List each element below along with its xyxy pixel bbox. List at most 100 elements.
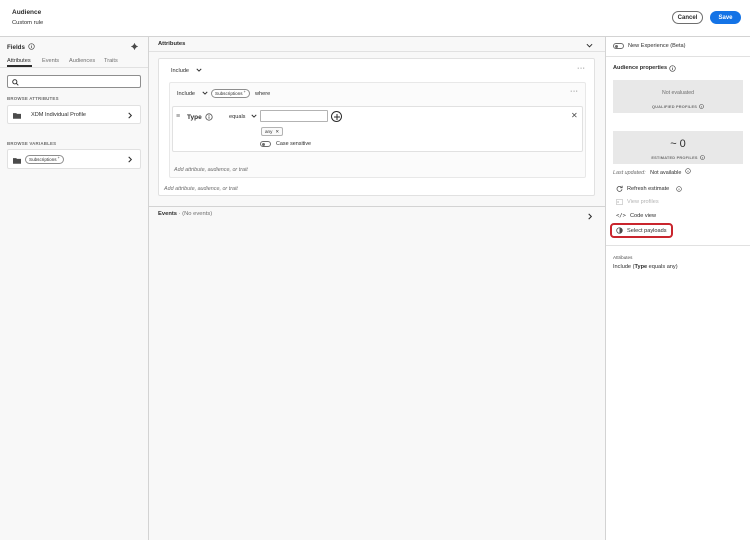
browse-variables-label: BROWSE VARIABLES (7, 141, 57, 146)
case-sensitive-label: Case sensitive (276, 141, 312, 147)
add-value-icon[interactable] (331, 111, 342, 122)
fields-title: Fields (7, 44, 25, 51)
rule-summary: Include (Type equals any) (613, 264, 678, 270)
payload-icon (616, 227, 623, 234)
refresh-estimate-button[interactable]: Refresh estimate (616, 185, 682, 192)
operator-dropdown[interactable]: equals (229, 114, 257, 120)
folder-icon (13, 112, 21, 119)
save-button[interactable]: Save (710, 11, 741, 24)
rule-suffix: equals any) (647, 264, 678, 270)
tab-events[interactable]: Events (42, 58, 59, 64)
settings-gear-icon[interactable] (131, 43, 138, 50)
xdm-individual-profile-item[interactable]: XDM Individual Profile (7, 105, 141, 124)
audience-properties-title: Audience properties (613, 65, 668, 71)
last-updated-label: Last updated: (613, 170, 646, 176)
tab-traits[interactable]: Traits (104, 58, 118, 64)
top-bar: Audience Custom rule Cancel Save (0, 0, 750, 37)
code-view-button[interactable]: </> Code view (616, 213, 656, 219)
page-subtitle: Custom rule (12, 20, 44, 26)
events-divider (149, 206, 605, 207)
value-tag-label: any (265, 129, 273, 134)
inner-subscriptions-pill[interactable]: Subscriptions + (211, 89, 250, 98)
events-title: Events (158, 211, 178, 217)
info-icon[interactable] (205, 113, 213, 121)
subscriptions-pill-label: Subscriptions (29, 157, 57, 162)
value-input[interactable] (260, 110, 328, 122)
where-label: where (255, 91, 271, 97)
tab-attributes[interactable]: Attributes (7, 58, 31, 64)
events-subtitle: · (No events) (178, 211, 213, 217)
rule-type: Type (634, 264, 648, 270)
search-input[interactable] (7, 75, 141, 88)
add-inner-rule-link[interactable]: Add attribute, audience, or trait (174, 167, 248, 173)
new-experience-label: New Experience (Beta) (628, 43, 686, 49)
drag-handle-icon[interactable]: ≡ (176, 113, 180, 120)
chevron-right-icon (127, 112, 133, 119)
tab-audiences[interactable]: Audiences (69, 58, 95, 64)
more-options-icon[interactable]: ··· (570, 88, 579, 95)
info-icon[interactable] (699, 104, 704, 109)
tag-remove-icon[interactable]: ✕ (275, 129, 279, 135)
code-icon: </> (616, 213, 626, 219)
refresh-icon (616, 185, 623, 192)
subscriptions-variable-item[interactable]: Subscriptions + (7, 149, 141, 169)
rule-builder-canvas: Attributes Include ··· Include Subscript… (149, 37, 605, 540)
qualified-profiles-row: QUALIFIED PROFILES (613, 104, 743, 109)
subscriptions-pill: Subscriptions + (25, 155, 64, 164)
not-evaluated-text: Not evaluated (661, 90, 694, 96)
view-profiles-button[interactable]: View profiles (616, 199, 659, 205)
events-section-header[interactable]: Events · (No events) (158, 211, 212, 217)
xdm-item-label: XDM Individual Profile (31, 112, 87, 118)
inner-include-dropdown[interactable]: Include (177, 91, 208, 97)
new-experience-toggle[interactable] (613, 43, 624, 49)
chevron-down-icon (251, 114, 257, 118)
tabs-divider (0, 67, 148, 68)
last-updated-value: Not available (650, 170, 682, 176)
inner-rule-group: Include Subscriptions + where ··· ≡ Type … (169, 82, 586, 178)
condition-card: ≡ Type equals ✕ any ✕ Case sensitive (172, 106, 583, 152)
properties-panel: New Experience (Beta) Audience propertie… (605, 37, 750, 540)
info-icon[interactable] (676, 185, 682, 192)
browse-attributes-label: BROWSE ATTRIBUTES (7, 96, 59, 101)
page-title: Audience (12, 9, 42, 16)
refresh-estimate-label: Refresh estimate (627, 185, 670, 192)
include-dropdown-label: Include (171, 68, 190, 74)
attributes-heading: Attributes (613, 255, 633, 260)
operator-label: equals (229, 114, 246, 120)
info-icon[interactable] (28, 43, 35, 50)
estimated-profiles-box: ~ 0 ESTIMATED PROFILES (613, 131, 743, 164)
panel-divider (606, 245, 750, 246)
include-group-card: Include ··· Include Subscriptions + where… (158, 58, 595, 196)
inner-include-label: Include (177, 91, 196, 97)
folder-icon (13, 157, 21, 164)
case-sensitive-toggle[interactable] (260, 141, 271, 147)
add-outer-rule-link[interactable]: Add attribute, audience, or trait (164, 186, 238, 192)
include-dropdown[interactable]: Include (171, 68, 202, 74)
last-updated-row: Last updated: Not available (613, 168, 691, 176)
fields-panel: Fields Attributes Events Audiences Trait… (0, 37, 149, 540)
search-icon (12, 78, 19, 86)
cancel-button[interactable]: Cancel (672, 11, 703, 24)
estimated-profiles-row: ESTIMATED PROFILES (613, 155, 743, 160)
info-icon[interactable] (685, 168, 691, 174)
attributes-section-title: Attributes (158, 41, 186, 47)
select-payloads-label: Select payloads (627, 227, 667, 234)
select-payloads-button[interactable]: Select payloads (616, 227, 667, 234)
info-icon[interactable] (699, 155, 705, 160)
rule-prefix: Include ( (613, 264, 635, 270)
remove-condition-icon[interactable]: ✕ (571, 111, 578, 120)
chevron-down-icon (202, 91, 208, 95)
info-icon[interactable] (669, 65, 676, 72)
panel-divider (606, 56, 750, 57)
estimated-value: ~ 0 (670, 138, 686, 150)
chevron-right-icon (127, 156, 133, 163)
chevron-right-icon[interactable] (587, 213, 593, 220)
chevron-down-icon[interactable] (586, 43, 593, 48)
code-view-label: Code view (629, 213, 657, 219)
value-tag-any[interactable]: any ✕ (261, 127, 284, 136)
chevron-down-icon (196, 68, 202, 72)
qualified-profiles-box: Not evaluated QUALIFIED PROFILES (613, 80, 743, 113)
inner-pill-label: Subscriptions (215, 91, 243, 96)
more-options-icon[interactable]: ··· (577, 65, 586, 72)
estimated-profiles-label: ESTIMATED PROFILES (651, 155, 698, 160)
